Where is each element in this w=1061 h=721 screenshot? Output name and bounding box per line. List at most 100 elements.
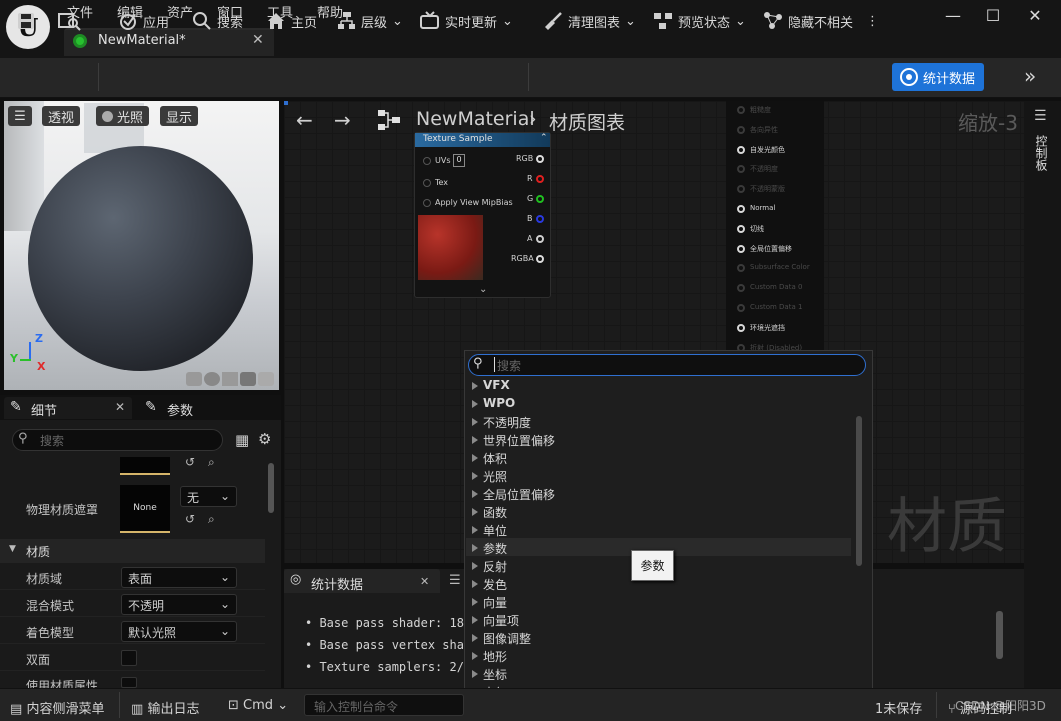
output-pin-icon[interactable] (536, 255, 544, 263)
forward-arrow-icon[interactable]: → (334, 108, 351, 132)
shading-model-dropdown[interactable]: 默认光照 ⌄ (121, 621, 237, 642)
close-icon[interactable]: ✕ (420, 575, 429, 588)
reset-arrow-icon[interactable]: ↺ (185, 512, 195, 526)
lit-button[interactable]: 光照 (96, 106, 150, 126)
palette-category-item[interactable]: 参数 (483, 540, 507, 557)
stats-scrollbar[interactable] (996, 611, 1003, 659)
hide-unrelated-button[interactable]: 隐藏不相关 (763, 10, 853, 32)
cmd-dropdown[interactable]: ⊡ Cmd ⌄ (228, 698, 288, 713)
output-pin-icon[interactable] (536, 175, 544, 183)
expand-arrow-icon[interactable] (472, 490, 478, 498)
apply-button[interactable]: 应用 (118, 10, 169, 32)
input-pin-icon[interactable] (737, 145, 745, 154)
palette-category-item[interactable]: 向量项 (483, 612, 519, 629)
palette-category-item[interactable]: 单位 (483, 522, 507, 539)
palette-category-item[interactable]: 全局位置偏移 (483, 486, 555, 503)
browse-icon[interactable]: ⌕ (208, 512, 215, 527)
two-sided-checkbox[interactable] (121, 650, 137, 666)
reset-arrow-icon[interactable]: ↺ (185, 455, 195, 469)
close-icon[interactable]: ✕ (115, 400, 125, 414)
home-button[interactable]: 主页 (266, 10, 317, 32)
cube-mesh-icon[interactable] (240, 372, 256, 386)
clean-graph-button[interactable]: 清理图表 ⌄ (543, 10, 636, 32)
output-pin-icon[interactable] (536, 235, 544, 243)
chevron-down-icon[interactable]: ⌄ (479, 284, 487, 295)
expand-arrow-icon[interactable] (472, 382, 478, 390)
viewport-menu-icon[interactable]: ☰ (8, 106, 32, 126)
maximize-icon[interactable]: ☐ (980, 6, 1006, 26)
show-button[interactable]: 显示 (160, 106, 199, 126)
input-pin-icon[interactable] (423, 179, 431, 187)
stats-button[interactable]: 统计数据 (892, 63, 984, 91)
input-pin-icon[interactable] (423, 199, 431, 207)
input-pin-icon[interactable] (737, 106, 745, 114)
chevron-double-right-icon[interactable]: » (1024, 64, 1036, 88)
output-pin-icon[interactable] (536, 155, 544, 163)
tab-menu-icon[interactable]: ☰ (449, 573, 461, 588)
hierarchy-button[interactable]: 层级 ⌄ (338, 10, 403, 32)
search-button[interactable]: 搜索 (192, 10, 243, 32)
palette-category-item[interactable]: 坐标 (483, 666, 507, 683)
content-drawer-button[interactable]: ▤ 内容侧滑菜单 (10, 698, 104, 717)
use-material-attributes-checkbox[interactable] (121, 677, 137, 688)
expand-arrow-icon[interactable] (472, 454, 478, 462)
palette-category-item[interactable]: 反射 (483, 558, 507, 575)
input-pin-icon[interactable] (423, 157, 431, 165)
more-options-icon[interactable]: ⋮ (866, 10, 879, 32)
output-pin-icon[interactable] (536, 195, 544, 203)
uv-index-input[interactable]: 0 (453, 154, 465, 167)
output-log-button[interactable]: ▥ 输出日志 (131, 698, 199, 717)
plane-mesh-icon[interactable] (222, 372, 238, 386)
expand-arrow-icon[interactable] (472, 580, 478, 588)
expand-arrow-icon[interactable] (472, 400, 478, 408)
sphere-mesh-icon[interactable] (204, 372, 220, 386)
palette-category-item[interactable]: 向量 (483, 594, 507, 611)
minimize-icon[interactable]: — (940, 6, 966, 26)
tab-details[interactable] (4, 397, 132, 419)
expand-arrow-icon[interactable] (472, 526, 478, 534)
expand-arrow-icon[interactable] (472, 562, 478, 570)
expand-arrow-icon[interactable] (472, 652, 478, 660)
details-scrollbar[interactable] (268, 463, 274, 513)
back-arrow-icon[interactable]: ← (296, 108, 313, 132)
teapot-mesh-icon[interactable] (258, 372, 274, 386)
expand-arrow-icon[interactable] (472, 472, 478, 480)
phys-material-thumbnail[interactable]: None (120, 485, 170, 533)
palette-category-item[interactable]: 图像调整 (483, 630, 531, 647)
gear-icon[interactable]: ⚙ (258, 430, 271, 448)
palette-category-item[interactable]: 体积 (483, 450, 507, 467)
palette-search-input[interactable] (468, 354, 866, 376)
input-pin-icon[interactable] (737, 304, 745, 312)
phys-material-dropdown[interactable]: 无 ⌄ (180, 486, 237, 507)
cylinder-mesh-icon[interactable] (186, 372, 202, 386)
input-pin-icon[interactable] (737, 244, 745, 253)
expand-arrow-icon[interactable] (472, 436, 478, 444)
palette-side-tab[interactable]: 控制板 (1033, 135, 1050, 171)
expand-arrow-icon[interactable] (472, 544, 478, 552)
breadcrumb-root[interactable]: NewMaterial (416, 108, 535, 130)
tab-menu-icon[interactable]: ☰ (1034, 108, 1047, 124)
blend-mode-dropdown[interactable]: 不透明 ⌄ (121, 594, 237, 615)
input-pin-icon[interactable] (737, 323, 745, 332)
live-update-button[interactable]: 实时更新 ⌄ (420, 10, 513, 32)
tab-close-icon[interactable]: ✕ (252, 32, 264, 48)
input-pin-icon[interactable] (737, 205, 745, 213)
palette-category-item[interactable]: 不透明度 (483, 414, 531, 431)
palette-category-item[interactable]: 发色 (483, 576, 507, 593)
palette-category-item[interactable]: WPO (483, 396, 515, 410)
material-domain-dropdown[interactable]: 表面 ⌄ (121, 567, 237, 588)
output-pin-icon[interactable] (536, 215, 544, 223)
chevron-up-icon[interactable]: ⌃ (540, 133, 548, 143)
browse-icon[interactable]: ⌕ (208, 455, 215, 470)
expand-arrow-icon[interactable] (472, 598, 478, 606)
expand-arrow-icon[interactable] (472, 508, 478, 516)
palette-category-item[interactable]: 函数 (483, 504, 507, 521)
perspective-button[interactable]: 透视 (42, 106, 81, 126)
expand-arrow-icon[interactable] (472, 670, 478, 678)
browse-asset-icon[interactable] (58, 10, 82, 32)
menu-asset[interactable]: 资产 (167, 2, 193, 21)
tab-params[interactable]: 参数 (167, 400, 193, 419)
palette-category-item[interactable]: 地形 (483, 648, 507, 665)
preview-state-button[interactable]: 预览状态 ⌄ (653, 10, 746, 32)
preview-viewport[interactable] (4, 101, 279, 390)
